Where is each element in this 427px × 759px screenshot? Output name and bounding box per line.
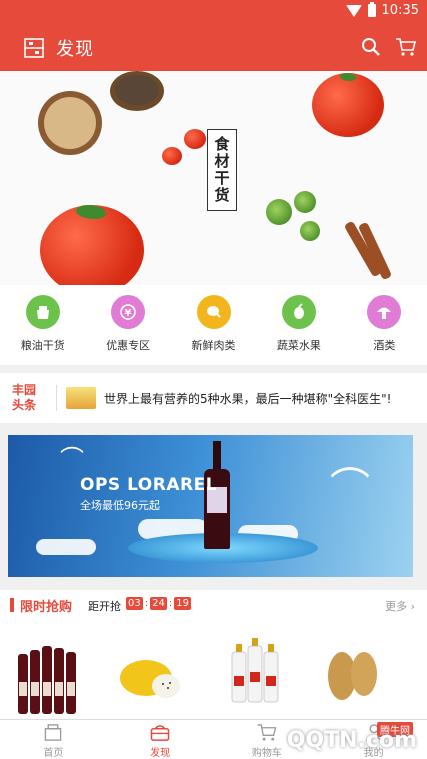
- category-liquor[interactable]: 酒类: [342, 285, 427, 365]
- discover-icon: [150, 725, 170, 741]
- tab-label: 首页: [43, 748, 64, 759]
- category-meat[interactable]: 新鲜肉类: [171, 285, 256, 365]
- flash-sale-title: 限时抢购: [20, 600, 73, 615]
- product-dragonfruit[interactable]: [108, 632, 200, 720]
- pepper-bowl-image: [110, 71, 164, 111]
- status-icons: 10:35: [345, 2, 419, 18]
- brussels-sprout-image: [300, 221, 320, 241]
- hero-banner[interactable]: 食材干货: [0, 71, 427, 285]
- category-label: 蔬菜水果: [276, 339, 321, 352]
- banner-title-card: 食材干货: [207, 129, 237, 211]
- seagull-icon: ⌒: [330, 465, 370, 511]
- headline-thumbnail: [66, 387, 96, 409]
- headline-tag-line2: 头条: [12, 398, 37, 412]
- headline-news[interactable]: 丰园 头条 世界上最有营养的5种水果，最后一种堪称"全科医生"!: [0, 373, 427, 423]
- cherry-tomato-image: [162, 147, 182, 165]
- category-label: 酒类: [373, 339, 396, 352]
- countdown-hours: 03: [126, 597, 143, 610]
- cloud-decoration: [36, 539, 96, 555]
- cherry-tomato-image: [184, 129, 206, 149]
- countdown-minutes: 24: [150, 597, 167, 610]
- status-time: 10:35: [381, 3, 419, 18]
- coupon-icon: ¥: [111, 295, 146, 329]
- grain-bowl-image: [38, 91, 102, 155]
- watermark-logo: QQTN.com: [286, 728, 417, 753]
- title-bar: 发现: [0, 25, 427, 71]
- flash-sale-section: 限时抢购 距开抢 03 : 24 : 19 更多 ›: [0, 590, 427, 720]
- page-title: 发现: [56, 39, 94, 60]
- countdown-label: 距开抢: [88, 600, 121, 613]
- category-label: 粮油干货: [20, 339, 65, 352]
- countdown-seconds: 19: [174, 597, 191, 610]
- brussels-sprout-image: [294, 191, 316, 213]
- seagull-icon: ⌒: [60, 445, 84, 473]
- tab-discover[interactable]: 发现: [107, 720, 214, 759]
- brussels-sprout-image: [266, 199, 292, 225]
- cart-icon: [257, 724, 277, 741]
- category-vegetable[interactable]: 蔬菜水果: [256, 285, 341, 365]
- banner-title: 食材干货: [212, 136, 231, 204]
- product-potato[interactable]: [308, 632, 400, 720]
- category-grain[interactable]: 粮油干货: [0, 285, 85, 365]
- category-row: 粮油干货 ¥ 优惠专区 新鲜肉类 蔬菜水果 酒类: [0, 285, 427, 365]
- tomato-stem: [340, 73, 356, 81]
- ad-subtitle: 全场最低96元起: [80, 499, 160, 512]
- mushroom-icon: [367, 295, 402, 329]
- headline-tag-line1: 丰园: [12, 383, 37, 397]
- home-icon: [45, 724, 62, 741]
- battery-icon: [367, 2, 376, 17]
- wine-ad-banner[interactable]: ⌒ ⌒ OPS LORAREL 全场最低96元起: [8, 435, 413, 577]
- wine-bottle-image: [204, 441, 230, 549]
- status-bar: 10:35: [0, 0, 427, 25]
- product-row: [0, 632, 427, 720]
- meat-icon: [196, 295, 231, 329]
- category-label: 优惠专区: [106, 339, 151, 352]
- headline-tag: 丰园 头条: [12, 383, 48, 413]
- tab-home[interactable]: 首页: [0, 720, 107, 759]
- headline-text[interactable]: 世界上最有营养的5种水果，最后一种堪称"全科医生"!: [104, 390, 392, 407]
- tomato-image: [312, 73, 384, 137]
- scan-menu-icon[interactable]: [24, 38, 44, 58]
- svg-text:¥: ¥: [125, 308, 132, 319]
- divider: [56, 385, 57, 411]
- search-icon[interactable]: [361, 37, 381, 57]
- more-link[interactable]: 更多 ›: [385, 598, 415, 614]
- category-discount[interactable]: ¥ 优惠专区: [85, 285, 170, 365]
- wifi-icon: [345, 4, 362, 17]
- tab-label: 购物车: [251, 748, 282, 759]
- vegetable-icon: [281, 295, 316, 329]
- product-baijiu[interactable]: [208, 632, 300, 720]
- tab-label: 发现: [150, 748, 171, 759]
- ad-brand: OPS LORAREL: [80, 475, 218, 495]
- category-label: 新鲜肉类: [191, 339, 236, 352]
- section-accent-bar: [10, 598, 14, 612]
- more-label: 更多: [385, 600, 408, 613]
- grain-bag-icon: [25, 295, 60, 329]
- product-wine[interactable]: [8, 632, 100, 720]
- countdown-timer: 03 : 24 : 19: [126, 597, 191, 610]
- cart-icon[interactable]: [395, 37, 417, 57]
